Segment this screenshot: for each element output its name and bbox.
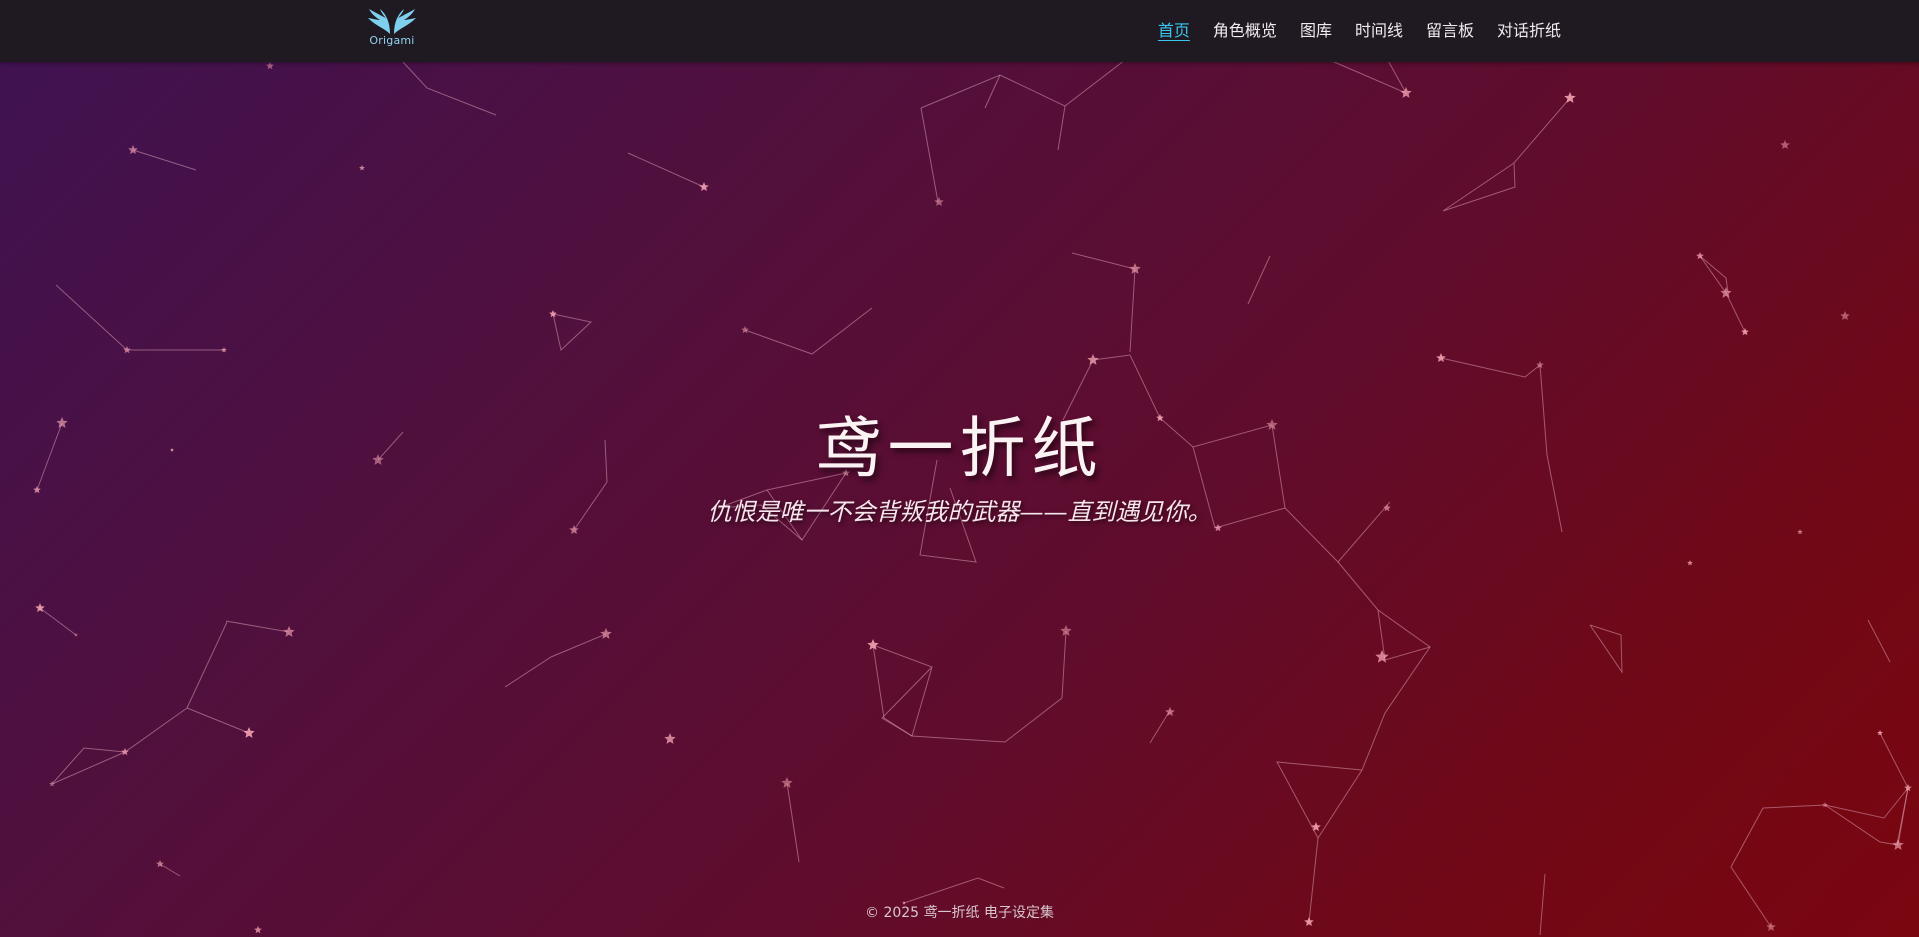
- hero-title: 鸢一折纸: [815, 410, 1104, 487]
- constellation-line: [1589, 624, 1623, 674]
- star-icon: [1165, 707, 1175, 716]
- hero-subtitle: 仇恨是唯一不会背叛我的武器——直到遇见你。: [707, 498, 1212, 526]
- star-icon: [1720, 287, 1732, 298]
- constellation-line: [872, 630, 1067, 743]
- constellation-line: [225, 620, 290, 633]
- nav-item-home[interactable]: 首页: [1158, 23, 1190, 39]
- star-icon: [1400, 87, 1412, 98]
- star-icon: [1436, 353, 1446, 362]
- nav-item-gallery[interactable]: 图库: [1300, 23, 1332, 39]
- constellation-line: [872, 644, 933, 737]
- star-icon: [121, 748, 129, 756]
- wings-icon: [368, 9, 416, 34]
- star-icon: [254, 926, 262, 934]
- constellation-line: [1699, 255, 1746, 333]
- constellation-line: [402, 61, 497, 116]
- star-icon: [359, 165, 365, 171]
- star-icon: [741, 326, 749, 334]
- constellation-line: [1071, 252, 1136, 353]
- star-icon: [1564, 92, 1576, 103]
- constellation-line: [920, 74, 1066, 151]
- star-icon: [1877, 730, 1883, 736]
- star-icon: [1375, 650, 1389, 663]
- nav-item-guestbook[interactable]: 留言板: [1426, 23, 1474, 39]
- star-icon: [1087, 354, 1099, 365]
- star-icon: [128, 145, 138, 154]
- brand-logo[interactable]: Origami: [362, 8, 422, 52]
- top-navigation-bar: Origami 首页 角色概览 图库 时间线 留言板 对话折纸: [0, 0, 1919, 62]
- nav-item-timeline[interactable]: 时间线: [1355, 23, 1403, 39]
- star-icon: [1766, 922, 1776, 931]
- star-icon: [1797, 529, 1803, 535]
- star-icon: [1741, 328, 1749, 336]
- constellation-line: [920, 107, 939, 203]
- constellation-line: [627, 152, 705, 188]
- constellation-line: [186, 707, 250, 734]
- constellation-line: [1377, 609, 1431, 661]
- star-icon: [283, 626, 295, 637]
- constellation-line: [744, 307, 873, 355]
- star-icon: [1892, 839, 1904, 850]
- constellation-line: [51, 707, 188, 785]
- constellation-line: [552, 313, 593, 351]
- star-icon: [699, 182, 709, 191]
- star-icon: [243, 727, 255, 738]
- constellation-line: [1442, 97, 1571, 212]
- footer-copyright: © 2025 鸢一折纸 电子设定集: [865, 905, 1054, 921]
- constellation-line: [1762, 732, 1909, 846]
- constellation-line: [186, 621, 228, 709]
- constellation-line: [159, 863, 181, 877]
- constellation-line: [39, 607, 77, 636]
- constellation-line: [132, 149, 197, 171]
- constellation-line: [1247, 255, 1271, 305]
- constellation-line: [504, 633, 607, 688]
- constellation-line: [1276, 561, 1431, 839]
- main-nav: 首页 角色概览 图库 时间线 留言板 对话折纸: [1158, 0, 1561, 62]
- constellation-line: [1867, 619, 1891, 663]
- star-icon: [1311, 822, 1321, 831]
- star-icon: [934, 197, 944, 206]
- nav-item-chat[interactable]: 对话折纸: [1497, 23, 1561, 39]
- constellation-line: [55, 284, 224, 351]
- constellation-line: [903, 877, 1005, 904]
- star-icon: [1687, 560, 1693, 566]
- logo-text: Origami: [369, 34, 415, 47]
- constellation-line: [1896, 787, 1909, 846]
- star-icon: [600, 628, 612, 639]
- star-icon: [1840, 311, 1850, 320]
- constellation-line: [786, 782, 800, 863]
- constellation-line: [1149, 711, 1170, 744]
- star-icon: [664, 733, 676, 744]
- star-icon: [266, 62, 274, 70]
- nav-item-characters[interactable]: 角色概览: [1213, 23, 1277, 39]
- star-icon: [1780, 140, 1790, 149]
- star-icon: [221, 347, 227, 353]
- constellation-line: [1064, 59, 1126, 107]
